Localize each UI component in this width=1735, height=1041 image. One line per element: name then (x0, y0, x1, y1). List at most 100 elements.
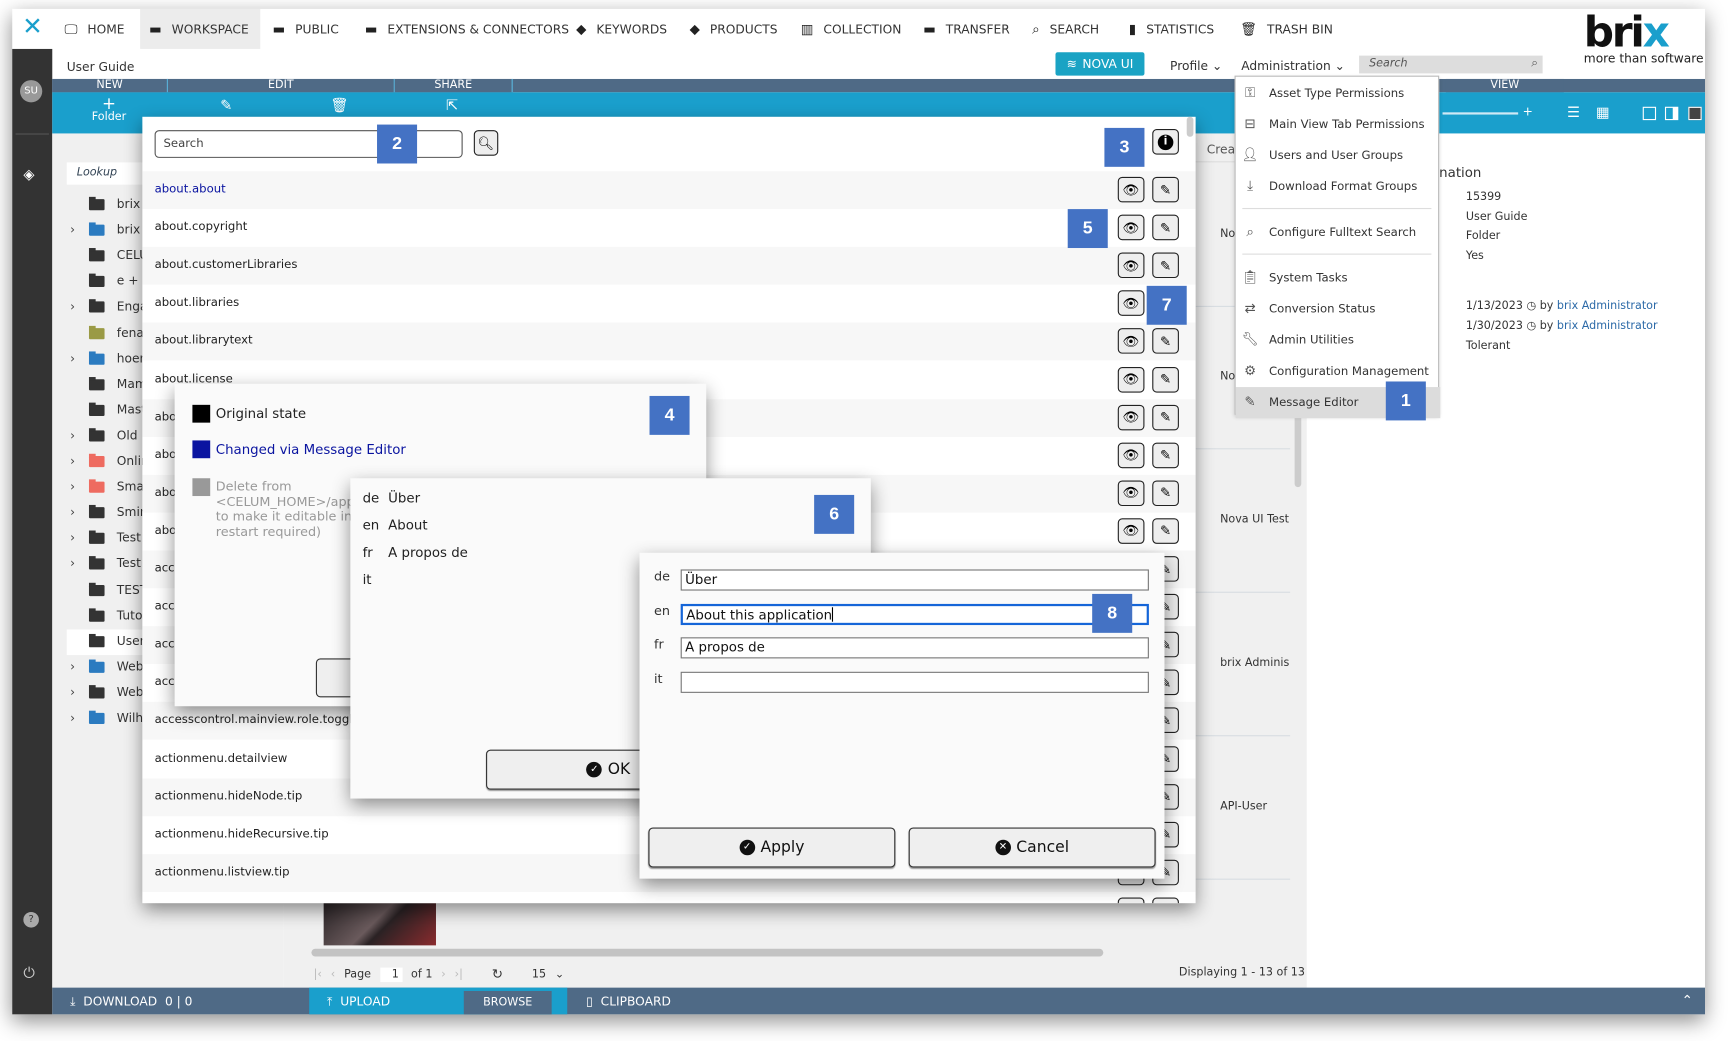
view-button[interactable]: 👁︎ (1117, 366, 1145, 393)
nav-collection[interactable]: ▥ COLLECTION (801, 9, 902, 49)
edit-button[interactable]: ✎ (1152, 897, 1179, 904)
user-link[interactable]: brix Administrator (1557, 320, 1658, 332)
view-button[interactable]: 👁︎ (1117, 176, 1145, 203)
nav-home[interactable]: 🖵 HOME (65, 9, 125, 49)
chevron-right-icon[interactable]: › (70, 479, 75, 493)
search-button[interactable]: 🔍︎ (473, 130, 499, 156)
edit-button[interactable]: ✎ (1152, 328, 1179, 355)
menu-item-conversion-status[interactable]: ⇄ Conversion Status (1236, 294, 1441, 325)
nav-transfer[interactable]: ▬ TRANSFER (923, 9, 1010, 49)
edit-button[interactable]: ✎ (1152, 176, 1179, 203)
chevron-right-icon[interactable]: › (70, 685, 75, 699)
new-folder-button[interactable]: + Folder (78, 95, 140, 123)
last-page-icon[interactable]: ›| (455, 968, 463, 980)
vertical-scrollbar[interactable] (1294, 411, 1302, 488)
edit-button[interactable]: ✎ (1152, 404, 1179, 430)
first-page-icon[interactable]: |‹ (314, 968, 322, 980)
nav-search[interactable]: ⌕ SEARCH (1032, 9, 1099, 49)
nav-public[interactable]: ▬ PUBLIC (272, 9, 338, 49)
cancel-button[interactable]: ✕ Cancel (908, 827, 1156, 868)
browse-button[interactable]: BROWSE (463, 990, 552, 1015)
chevron-right-icon[interactable]: › (70, 428, 75, 442)
chevron-right-icon[interactable]: › (70, 351, 75, 365)
per-page-select[interactable]: 15 (532, 968, 546, 980)
info-button[interactable]: i (1152, 129, 1179, 155)
edit-button[interactable]: ✎ (1152, 442, 1179, 468)
chevron-down-icon[interactable]: ⌄ (555, 968, 564, 980)
chevron-right-icon[interactable]: › (70, 659, 75, 673)
view-button[interactable]: 👁︎ (1117, 214, 1145, 241)
global-search-input[interactable]: Search ⌕ (1359, 55, 1543, 74)
close-x-logo[interactable]: ✕ (22, 13, 43, 41)
breadcrumb[interactable]: User Guide (67, 60, 135, 74)
search-icon[interactable]: ⌕ (1531, 56, 1538, 72)
nav-keywords[interactable]: ◆ KEYWORDS (576, 9, 667, 49)
nav-extensions-connectors[interactable]: ▬ EXTENSIONS & CONNECTORS (365, 9, 569, 49)
upload-button[interactable]: ⤒ UPLOAD (327, 994, 390, 1010)
zoom-slider[interactable] (1442, 112, 1519, 115)
edit-button[interactable]: ✎ (1152, 480, 1179, 506)
message-row[interactable]: about.libraries👁︎✎ (142, 285, 1196, 323)
power-icon[interactable]: ⏻ (23, 965, 34, 982)
view-button[interactable]: 👁︎ (1117, 518, 1145, 544)
view-button[interactable]: 👁︎ (1117, 290, 1145, 317)
edit-button[interactable]: ✎ (1152, 252, 1179, 279)
nav-products[interactable]: ◆ PRODUCTS (690, 9, 778, 49)
content-cell[interactable]: API-User (1220, 801, 1289, 813)
nav-workspace[interactable]: ▬ WORKSPACE (140, 8, 261, 49)
message-row[interactable]: 👁︎ ✎ (142, 891, 1196, 904)
chevron-right-icon[interactable]: › (70, 531, 75, 545)
layers-icon[interactable]: ◈ (23, 167, 34, 184)
apply-button[interactable]: ✓ Apply (648, 827, 896, 868)
chevron-right-icon[interactable]: › (70, 454, 75, 468)
menu-item-system-tasks[interactable]: 📋︎ System Tasks (1236, 262, 1441, 293)
edit-button[interactable]: ✎ (1152, 366, 1179, 393)
menu-item-asset-type-permissions[interactable]: ⚿ Asset Type Permissions (1236, 78, 1441, 109)
translation-input-de[interactable]: Über (680, 569, 1149, 591)
list-view-icon[interactable]: ☰ (1567, 105, 1580, 122)
page-input[interactable]: 1 (379, 967, 403, 982)
message-row[interactable]: about.copyright 👁︎ ✎ (142, 209, 1196, 248)
zoom-in-icon[interactable]: + (1523, 105, 1533, 119)
chevron-up-icon[interactable]: ⌃ (1682, 992, 1693, 1008)
menu-item-users-and-user-groups[interactable]: 👤︎ Users and User Groups (1236, 140, 1441, 171)
user-link[interactable]: brix Administrator (1557, 300, 1658, 312)
chevron-right-icon[interactable]: › (70, 711, 75, 725)
profile-menu[interactable]: Profile ⌄ (1170, 59, 1222, 73)
menu-item-configure-fulltext-search[interactable]: ⌕ Configure Fulltext Search (1236, 217, 1441, 248)
view-button[interactable]: 👁︎ (1117, 442, 1145, 468)
view-button[interactable]: 👁︎ (1117, 328, 1145, 355)
content-cell[interactable]: Nova UI Test . (1220, 514, 1289, 526)
edit-button[interactable]: ✎ (1152, 518, 1179, 544)
nav-statistics[interactable]: ▮ STATISTICS (1129, 9, 1214, 49)
message-row[interactable]: about.about 👁︎ ✎ (142, 171, 1196, 210)
next-page-icon[interactable]: › (441, 968, 445, 980)
edit-icon[interactable]: ✎ (220, 98, 232, 115)
view-button[interactable]: 👁︎ (1117, 480, 1145, 506)
administration-menu[interactable]: Administration ⌄ (1241, 59, 1345, 73)
menu-item-admin-utilities[interactable]: 🔧︎ Admin Utilities (1236, 325, 1441, 356)
translation-input-it[interactable] (680, 671, 1149, 693)
clipboard-button[interactable]: ▯ CLIPBOARD (586, 994, 671, 1008)
refresh-icon[interactable]: ↻ (492, 967, 503, 983)
view-button[interactable]: 👁︎ (1117, 404, 1145, 430)
edit-button[interactable]: ✎ (1152, 214, 1179, 241)
download-button[interactable]: ⤓ DOWNLOAD 0 | 0 (70, 994, 192, 1010)
menu-item-download-format-groups[interactable]: ⤓ Download Format Groups (1236, 171, 1441, 202)
chevron-right-icon[interactable]: › (70, 300, 75, 314)
help-icon[interactable]: ? (23, 912, 39, 928)
nav-trash-bin[interactable]: 🗑 TRASH BIN (1240, 9, 1333, 49)
chevron-right-icon[interactable]: › (70, 557, 75, 571)
view-button[interactable]: 👁︎ (1117, 252, 1145, 279)
layout-single-icon[interactable] (1642, 106, 1657, 121)
chevron-right-icon[interactable]: › (70, 505, 75, 519)
horizontal-scrollbar[interactable] (311, 948, 1104, 957)
layout-full-icon[interactable] (1688, 106, 1702, 121)
delete-icon[interactable]: 🗑 (330, 98, 348, 115)
message-row[interactable]: about.customerLibraries 👁︎ ✎ (142, 247, 1196, 285)
menu-item-main-view-tab-permissions[interactable]: ⊟ Main View Tab Permissions (1236, 109, 1441, 140)
layout-right-panel-icon[interactable] (1664, 106, 1679, 121)
chevron-right-icon[interactable]: › (70, 223, 75, 237)
nova-ui-button[interactable]: ≋ NOVA UI (1055, 52, 1145, 76)
avatar[interactable]: SU (20, 80, 43, 103)
